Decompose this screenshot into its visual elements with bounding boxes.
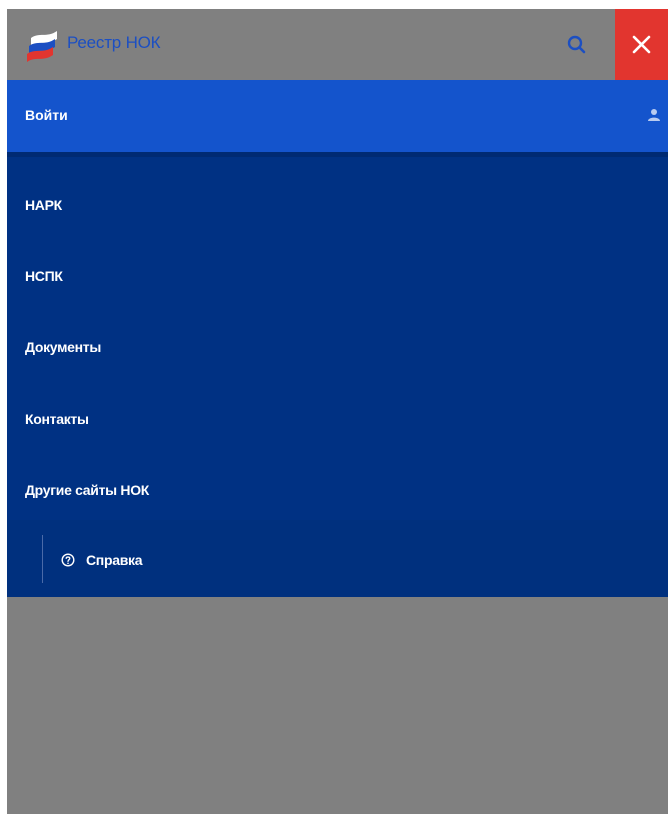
close-menu-button[interactable] xyxy=(615,9,668,80)
screen: Реестр НОК Войти НАРК НСПК Документы Кон… xyxy=(7,9,668,814)
user-icon xyxy=(648,109,660,121)
header-bar: Реестр НОК xyxy=(7,9,668,80)
menu-item-nark[interactable]: НАРК xyxy=(25,197,62,213)
search-button[interactable] xyxy=(563,31,591,59)
menu-item-nspk[interactable]: НСПК xyxy=(25,268,63,284)
close-icon xyxy=(632,35,651,54)
main-nav-menu: НАРК НСПК Документы Контакты Другие сайт… xyxy=(7,152,668,520)
divider xyxy=(42,535,43,583)
search-icon xyxy=(567,35,586,54)
help-circle-icon xyxy=(61,553,75,567)
russian-flag-logo[interactable] xyxy=(25,28,61,62)
login-label: Войти xyxy=(25,107,68,123)
menu-footer: Справка xyxy=(7,520,668,597)
site-title[interactable]: Реестр НОК xyxy=(67,33,161,53)
menu-item-other-sites[interactable]: Другие сайты НОК xyxy=(25,482,149,498)
help-label: Справка xyxy=(86,552,143,568)
menu-item-contacts[interactable]: Контакты xyxy=(25,411,89,427)
menu-item-documents[interactable]: Документы xyxy=(25,339,101,355)
login-button[interactable]: Войти xyxy=(7,80,668,152)
